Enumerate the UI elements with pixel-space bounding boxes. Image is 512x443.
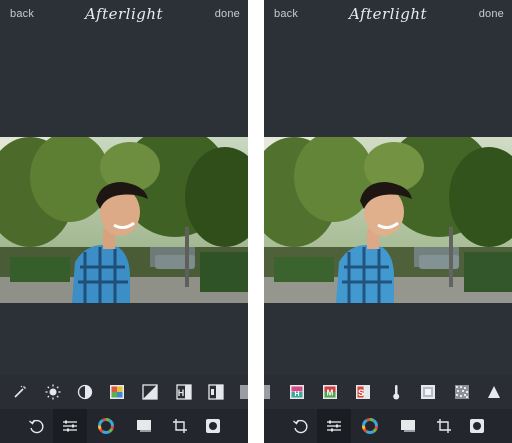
- brightness-icon[interactable]: [45, 384, 61, 400]
- top-bar: back Afterlight done: [0, 0, 248, 30]
- magic-wand-icon[interactable]: [12, 384, 28, 400]
- s-curve-icon[interactable]: S: [355, 384, 371, 400]
- adjust-tools-row: H: [0, 375, 248, 409]
- adjust-tools-row: H M S: [264, 375, 512, 409]
- filters-icon[interactable]: [362, 418, 378, 434]
- screens: back Afterlight done H back Afterlight d…: [0, 0, 512, 443]
- highlights-letter: H: [178, 388, 185, 398]
- split-icon[interactable]: [239, 384, 248, 400]
- left-phone-screen: back Afterlight done H: [0, 0, 248, 443]
- textures-icon[interactable]: [400, 418, 416, 434]
- photo-image: [0, 137, 248, 303]
- adjust-icon[interactable]: [62, 418, 78, 434]
- app-title: Afterlight: [84, 5, 164, 23]
- adjust-icon[interactable]: [326, 418, 342, 434]
- highlights-icon[interactable]: H: [176, 384, 192, 400]
- bottom-tab-bar: [0, 409, 248, 443]
- frames-icon[interactable]: [469, 418, 485, 434]
- mix-letter: M: [327, 389, 334, 398]
- top-bar: back Afterlight done: [264, 0, 512, 30]
- photo-image: [264, 137, 512, 303]
- textures-icon[interactable]: [136, 418, 152, 434]
- undo-icon[interactable]: [292, 418, 308, 434]
- sharpen-icon[interactable]: [486, 384, 502, 400]
- undo-icon[interactable]: [28, 418, 44, 434]
- noise-icon[interactable]: [454, 384, 470, 400]
- done-button[interactable]: done: [479, 8, 504, 20]
- shadows-icon[interactable]: [208, 384, 224, 400]
- grain-icon[interactable]: [420, 384, 436, 400]
- exposure-icon[interactable]: [142, 384, 158, 400]
- s-curve-letter: S: [358, 388, 364, 398]
- crop-icon[interactable]: [436, 418, 452, 434]
- color-balance-letter: H: [294, 391, 299, 398]
- color-balance-icon[interactable]: H: [289, 384, 305, 400]
- filters-icon[interactable]: [98, 418, 114, 434]
- done-button[interactable]: done: [215, 8, 240, 20]
- crop-icon[interactable]: [172, 418, 188, 434]
- photo-preview: [264, 137, 512, 303]
- split-icon[interactable]: [264, 384, 271, 400]
- saturation-icon[interactable]: [109, 384, 125, 400]
- bottom-tab-bar: [264, 409, 512, 443]
- app-title: Afterlight: [348, 5, 428, 23]
- contrast-icon[interactable]: [77, 384, 93, 400]
- frames-icon[interactable]: [205, 418, 221, 434]
- mix-icon[interactable]: M: [322, 384, 338, 400]
- photo-preview: [0, 137, 248, 303]
- temperature-icon[interactable]: [388, 384, 404, 400]
- right-phone-screen: back Afterlight done H M S: [264, 0, 512, 443]
